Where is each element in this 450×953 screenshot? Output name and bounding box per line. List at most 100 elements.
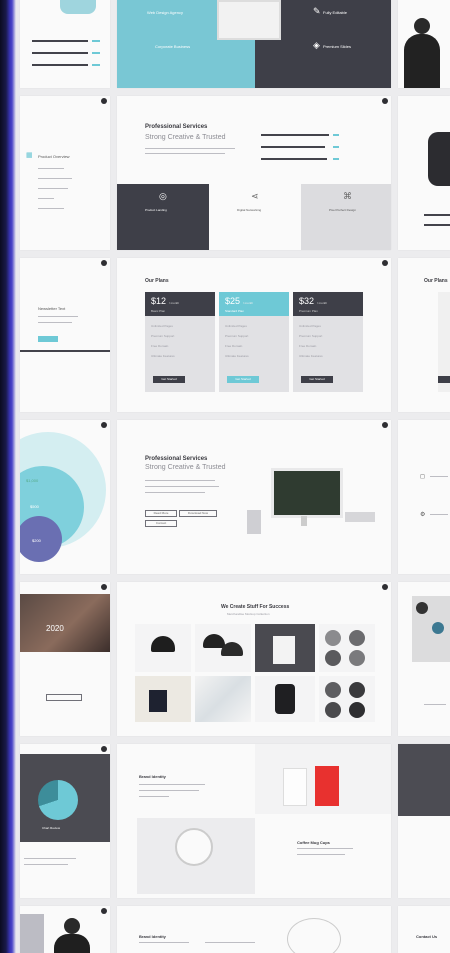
person-head <box>64 918 80 934</box>
slide-r2-center[interactable]: Professional Services Strong Creative & … <box>117 96 391 250</box>
contact-button[interactable]: Contact <box>145 520 177 527</box>
slide-subtitle: Merchandise Mockup Collection <box>227 612 270 616</box>
feature-label: Fully Editable <box>323 10 348 15</box>
progress-check <box>92 52 100 54</box>
venn-value: $200 <box>32 538 41 543</box>
slide-r7-center[interactable]: Brand Identity <box>117 906 391 953</box>
slide-subtitle: Strong Creative & Trusted <box>145 134 226 141</box>
text-line <box>430 476 448 477</box>
marble-mockup <box>195 676 251 722</box>
plan-period: / month <box>169 301 180 305</box>
feature-label: Premium Slides <box>323 44 352 49</box>
slide-r5-center[interactable]: We Create Stuff For Success Merchandise … <box>117 582 391 736</box>
feature-label: Pixel Perfect Design <box>329 208 357 212</box>
slide-r4-right[interactable]: ◻ ⚙ <box>398 420 450 574</box>
slide-r2-left[interactable]: ▦ Product Overview <box>20 96 110 250</box>
text-line <box>38 208 64 209</box>
download-button[interactable]: Download Now <box>179 510 217 517</box>
slide-subtitle: Strong Creative & Trusted <box>145 464 226 471</box>
plan-period: / month <box>317 301 328 305</box>
plan-button[interactable] <box>438 376 450 383</box>
grid-icon: ▦ <box>26 152 33 159</box>
text-line <box>145 148 235 149</box>
progress-track <box>32 52 88 54</box>
text-line <box>145 480 215 481</box>
feature-label: Corporate Business <box>155 44 191 49</box>
slide-r7-right[interactable]: Contact Us <box>398 906 450 953</box>
slide-r3-left[interactable]: Newsletter Text <box>20 258 110 412</box>
plan-button[interactable]: Get Started <box>301 376 333 383</box>
text-line <box>38 178 72 179</box>
red-cup <box>315 766 339 806</box>
plan-period: / month <box>243 301 254 305</box>
slide-marker <box>101 746 107 752</box>
slide-r4-left[interactable]: $1,000 $500 $200 <box>20 420 110 574</box>
venn-value: $500 <box>30 504 39 509</box>
progress-track <box>32 64 88 66</box>
pencil-icon: ✎ <box>313 6 321 16</box>
person-head <box>414 18 430 34</box>
layers-icon: ◈ <box>313 40 320 50</box>
text-line <box>139 796 169 797</box>
progress-track <box>32 40 88 42</box>
slide-marker <box>382 584 388 590</box>
tote-mockup <box>255 624 315 672</box>
chart-caption: Chart Review <box>42 826 61 830</box>
plan-label: Premium Plan <box>299 309 318 313</box>
slide-marker <box>382 98 388 104</box>
slide-button[interactable] <box>46 694 82 701</box>
slide-r1-right[interactable] <box>398 0 450 88</box>
slide-r6-center[interactable]: Brand Identity Coffee Mug Cups <box>117 744 391 898</box>
slide-r1-center[interactable]: Web Design Agency Corporate Business Ful… <box>117 0 391 88</box>
text-line <box>424 704 446 705</box>
section-heading: Coffee Mug Cups <box>297 840 330 845</box>
venn-value: $1,000 <box>26 478 39 483</box>
feature-label: Web Design Agency <box>147 10 183 15</box>
plan-button[interactable]: Get Started <box>227 376 259 383</box>
plan-feature: Premium Support <box>225 334 249 338</box>
person-photo <box>428 132 450 186</box>
plan-button[interactable]: Get Started <box>153 376 185 383</box>
slide-r4-center[interactable]: Professional Services Strong Creative & … <box>117 420 391 574</box>
laptop-mockup <box>217 0 281 40</box>
section-heading: Brand Identity <box>139 774 166 779</box>
cta-button[interactable] <box>38 336 58 342</box>
plan-feature: Ultimate Features <box>151 354 175 358</box>
slide-r7-left[interactable] <box>20 906 110 953</box>
slide-marker <box>101 908 107 914</box>
text-line <box>38 168 64 169</box>
mug-mockup <box>135 676 191 722</box>
person-shirt <box>404 34 440 88</box>
slide-r2-right[interactable] <box>398 96 450 250</box>
year-label: 2020 <box>46 624 64 633</box>
layout-icon: ⌘ <box>343 191 352 201</box>
slide-marker <box>382 260 388 266</box>
skill-bar <box>261 146 325 148</box>
divider-bar <box>20 350 110 352</box>
read-more-button[interactable]: Read More <box>145 510 177 517</box>
plan-feature: Unlimited Pages <box>225 324 247 328</box>
enamel-mug <box>175 828 213 866</box>
slide-r3-center[interactable]: Our Plans $12 $25 $32 / month / month / … <box>117 258 391 412</box>
slide-marker <box>101 584 107 590</box>
photo-thumb <box>432 622 444 634</box>
text-line <box>139 790 199 791</box>
slide-marker <box>101 260 107 266</box>
plan-feature: Premium Support <box>299 334 323 338</box>
plan-label: Standard Plan <box>225 309 245 313</box>
slide-r6-right[interactable] <box>398 744 450 898</box>
text-line <box>205 942 255 943</box>
plan-feature: Free Domain <box>151 344 169 348</box>
slide-r1-left[interactable] <box>20 0 110 88</box>
plan-feature: Free Domain <box>225 344 243 348</box>
slide-r5-left[interactable]: 2020 <box>20 582 110 736</box>
bag-mockup <box>255 676 315 722</box>
slide-r3-right[interactable]: Our Plans <box>398 258 450 412</box>
venn-inner <box>20 516 62 562</box>
stamp-sketch <box>287 918 341 953</box>
slide-r5-right[interactable] <box>398 582 450 736</box>
photo-thumb <box>416 602 428 614</box>
settings-icon: ⚙ <box>420 512 426 518</box>
slide-r6-left[interactable]: Chart Review <box>20 744 110 898</box>
section-heading: Newsletter Text <box>38 306 66 311</box>
